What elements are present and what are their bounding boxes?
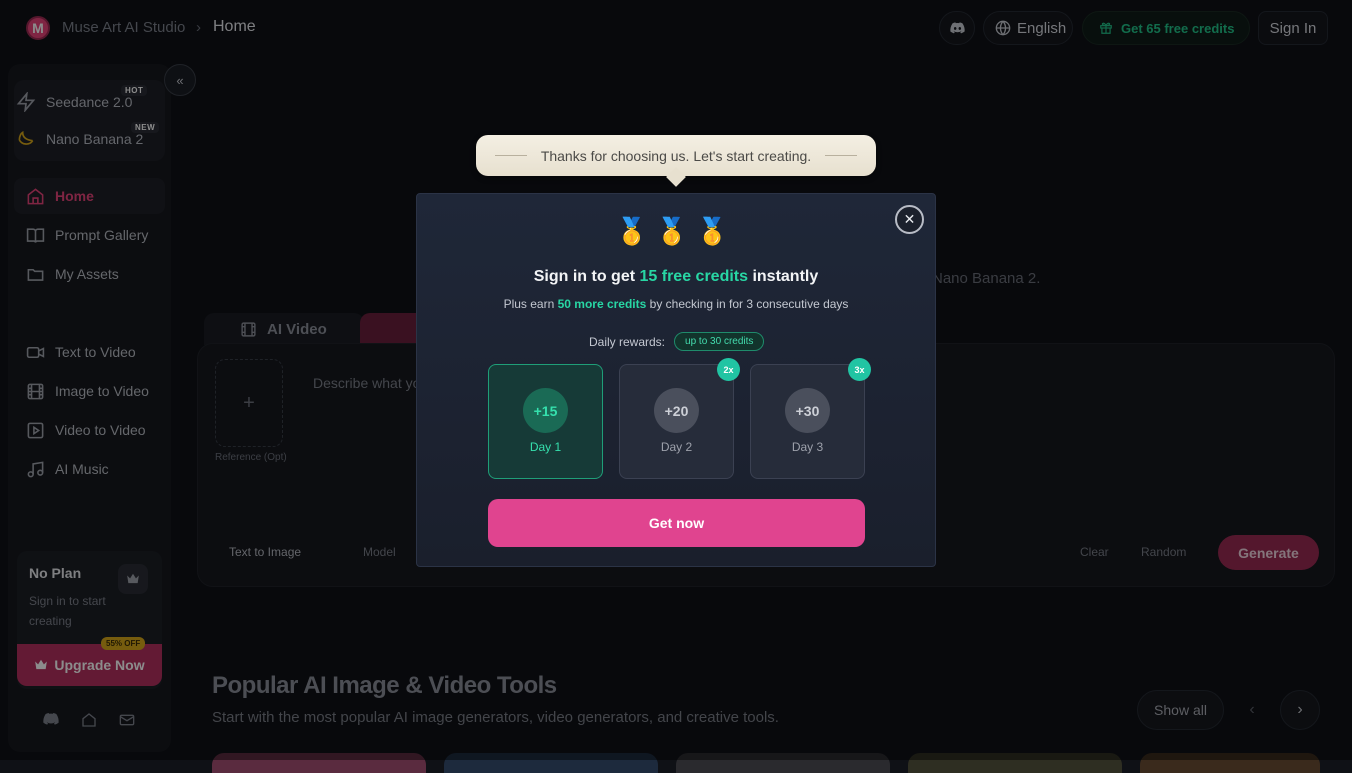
reward-day-label: Day 1 [529,440,562,454]
multiplier-badge: 2x [717,358,740,381]
reward-day-3[interactable]: +30 Day 3 [750,364,865,479]
modal-title: Sign in to get 15 free credits instantly [416,268,936,286]
medals-icon: 🥇🥇🥇 [615,216,737,246]
reward-day-2[interactable]: +20 Day 2 [619,364,734,479]
multiplier-badge: 3x [848,358,871,381]
title-text: Sign in to get [533,268,640,285]
reward-day-1[interactable]: +15 Day 1 [488,364,603,479]
get-now-button[interactable]: Get now [488,499,865,547]
reward-day-label: Day 2 [660,440,693,454]
reward-amount: +20 [654,388,699,433]
divider [825,155,858,156]
subtitle-text: Plus earn [503,297,558,311]
title-highlight: 15 free credits [639,268,749,285]
reward-amount: +15 [523,388,568,433]
title-text: instantly [748,268,819,285]
subtitle-highlight: 50 more credits [557,297,647,311]
divider [494,155,527,156]
tooltip-text: Thanks for choosing us. Let's start crea… [540,147,812,164]
reward-day-label: Day 3 [791,440,824,454]
daily-rewards-pill: up to 30 credits [674,332,765,351]
daily-rewards-label: Daily rewards: [589,334,666,349]
reward-amount: +30 [785,388,830,433]
daily-rewards: Daily rewards: up to 30 credits [589,332,765,351]
subtitle-text: by checking in for 3 consecutive days [646,297,849,311]
modal-subtitle: Plus earn 50 more credits by checking in… [416,297,936,311]
